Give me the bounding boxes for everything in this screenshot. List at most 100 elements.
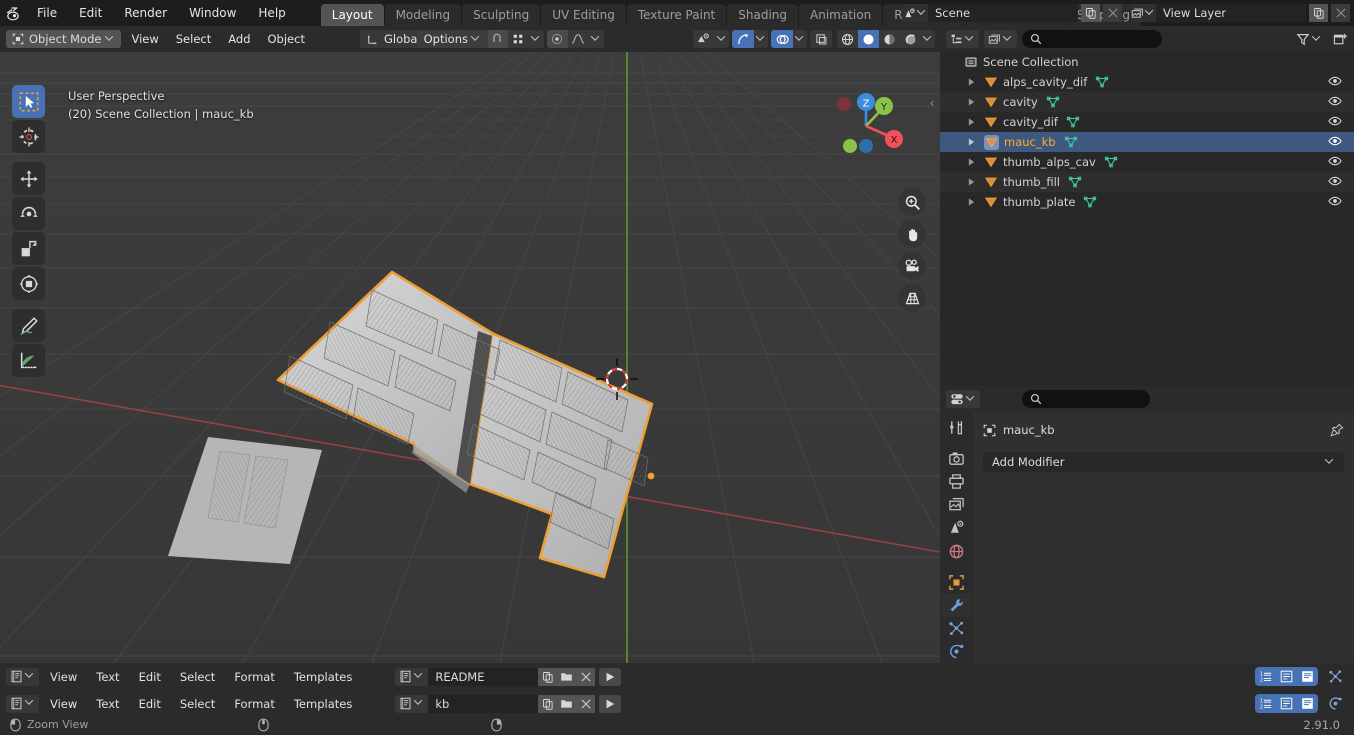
text-editor-menu-select[interactable]: Select [172, 668, 223, 686]
viewport-options-dropdown[interactable]: Options [416, 30, 488, 48]
falloff-curve-icon[interactable] [568, 30, 589, 48]
text-editor-menu-templates[interactable]: Templates [286, 695, 360, 713]
text-new-button[interactable] [538, 667, 558, 686]
toggle-perspective-button[interactable] [898, 284, 926, 312]
disclosure-triangle-icon[interactable] [966, 78, 977, 86]
viewport-canvas[interactable] [0, 51, 940, 663]
outliner-filter-id-dropdown[interactable] [984, 30, 1017, 48]
visibility-eye-icon[interactable] [1328, 75, 1342, 90]
falloff-dropdown[interactable] [589, 30, 604, 48]
world-tab[interactable] [941, 540, 972, 562]
modifier-tab[interactable] [941, 594, 972, 617]
text-editor-menu-edit[interactable]: Edit [131, 668, 169, 686]
menu-help[interactable]: Help [247, 0, 296, 26]
tab-uv-editing[interactable]: UV Editing [541, 4, 626, 26]
add-modifier-button[interactable]: Add Modifier [983, 452, 1344, 472]
view-layer-name[interactable]: View Layer [1156, 4, 1306, 22]
text-filename-field[interactable]: README [428, 667, 539, 686]
visibility-dropdown[interactable] [715, 30, 729, 48]
node-editor-icon[interactable] [1322, 667, 1348, 687]
xray-icon[interactable] [810, 30, 832, 48]
gizmo-dropdown[interactable] [754, 30, 768, 48]
visibility-eye-icon[interactable] [1328, 155, 1342, 170]
snap-toggle-button[interactable] [486, 30, 508, 48]
zoom-view-button[interactable] [898, 188, 926, 216]
view-layer-new-button[interactable] [1309, 4, 1328, 22]
properties-search-input[interactable] [1022, 390, 1150, 408]
shading-wireframe-icon[interactable] [837, 30, 858, 48]
text-unlink-button[interactable] [576, 694, 596, 713]
outliner-display-mode-dropdown[interactable] [946, 30, 979, 48]
text-new-button[interactable] [538, 694, 558, 713]
outliner-scene-collection-row[interactable]: Scene Collection [940, 52, 1354, 72]
cursor-tool[interactable] [12, 120, 45, 153]
scene-name[interactable]: Scene [928, 4, 1078, 22]
overlays-dropdown[interactable] [793, 30, 807, 48]
word-wrap-icon[interactable] [1276, 667, 1297, 686]
text-editor-menu-view[interactable]: View [42, 668, 85, 686]
overlays-icon[interactable] [771, 30, 793, 48]
disclosure-triangle-icon[interactable] [966, 118, 977, 126]
transform-tool[interactable] [12, 267, 45, 300]
line-numbers-icon[interactable]: 12 [1255, 667, 1276, 686]
camera-view-button[interactable] [898, 252, 926, 280]
tab-layout[interactable]: Layout [320, 4, 384, 26]
text-unlink-button[interactable] [576, 667, 596, 686]
outliner-item-thumb-alps-cav[interactable]: thumb_alps_cav [940, 152, 1354, 172]
text-editor-menu-format[interactable]: Format [226, 695, 283, 713]
tab-shading[interactable]: Shading [727, 4, 798, 26]
select-box-tool[interactable] [12, 85, 45, 118]
shading-rendered-icon[interactable] [900, 30, 921, 48]
particles-tab[interactable] [941, 618, 972, 640]
visibility-eye-icon[interactable] [1328, 95, 1342, 110]
outliner-item-cavity-dif[interactable]: cavity_dif [940, 112, 1354, 132]
text-editor-type-dropdown[interactable] [6, 694, 39, 713]
viewport-menu-select[interactable]: Select [169, 30, 218, 48]
menu-edit[interactable]: Edit [68, 0, 113, 26]
rotate-tool[interactable] [12, 197, 45, 230]
visibility-eye-icon[interactable] [1328, 195, 1342, 210]
viewport-menu-view[interactable]: View [124, 30, 165, 48]
outliner-item-thumb-plate[interactable]: thumb_plate [940, 192, 1354, 212]
visibility-eye-icon[interactable] [1328, 175, 1342, 190]
menu-file[interactable]: File [26, 0, 68, 26]
syntax-highlight-icon[interactable] [1297, 694, 1318, 713]
shading-material-icon[interactable] [879, 30, 900, 48]
outliner-search-input[interactable] [1022, 30, 1162, 48]
physics-tab[interactable] [941, 641, 972, 663]
tab-texture-paint[interactable]: Texture Paint [626, 4, 727, 26]
output-tab[interactable] [941, 470, 972, 492]
menu-render[interactable]: Render [113, 0, 178, 26]
scene-tab[interactable] [941, 517, 972, 539]
text-datablock-dropdown[interactable] [395, 667, 429, 686]
outliner-item-mauc-kb[interactable]: mauc_kb [940, 132, 1354, 152]
properties-editor-type-dropdown[interactable] [946, 390, 980, 408]
visibility-eye-icon[interactable] [1328, 115, 1342, 130]
text-filename-field[interactable]: kb [428, 694, 539, 713]
text-editor-menu-edit[interactable]: Edit [131, 695, 169, 713]
outliner-filter-dropdown[interactable] [1296, 32, 1322, 46]
outliner-item-thumb-fill[interactable]: thumb_fill [940, 172, 1354, 192]
disclosure-triangle-icon[interactable] [966, 98, 977, 106]
annotate-tool[interactable] [12, 309, 45, 342]
tool-tab[interactable] [941, 416, 972, 438]
scene-new-button[interactable] [1081, 4, 1100, 22]
scale-tool[interactable] [12, 232, 45, 265]
text-editor-menu-text[interactable]: Text [88, 695, 127, 713]
move-tool[interactable] [12, 162, 45, 195]
text-editor-menu-format[interactable]: Format [226, 668, 283, 686]
run-script-button[interactable] [599, 694, 622, 713]
text-editor-type-dropdown[interactable] [6, 667, 39, 686]
text-editor-menu-view[interactable]: View [42, 695, 85, 713]
physics-orbit-icon[interactable] [1322, 694, 1348, 714]
view-layer-selector[interactable]: View Layer [1130, 4, 1306, 22]
scene-unlink-button[interactable] [1103, 4, 1122, 22]
text-editor-menu-select[interactable]: Select [172, 695, 223, 713]
sidebar-toggle-arrow[interactable]: ‹ [926, 92, 938, 114]
outliner-item-cavity[interactable]: cavity [940, 92, 1354, 112]
tab-sculpting[interactable]: Sculpting [462, 4, 541, 26]
navigation-gizmo[interactable]: Z Y X [828, 88, 904, 164]
proportional-edit-icon[interactable] [546, 30, 568, 48]
interaction-mode-dropdown[interactable]: Object Mode [6, 30, 122, 48]
shading-solid-icon[interactable] [858, 30, 879, 48]
